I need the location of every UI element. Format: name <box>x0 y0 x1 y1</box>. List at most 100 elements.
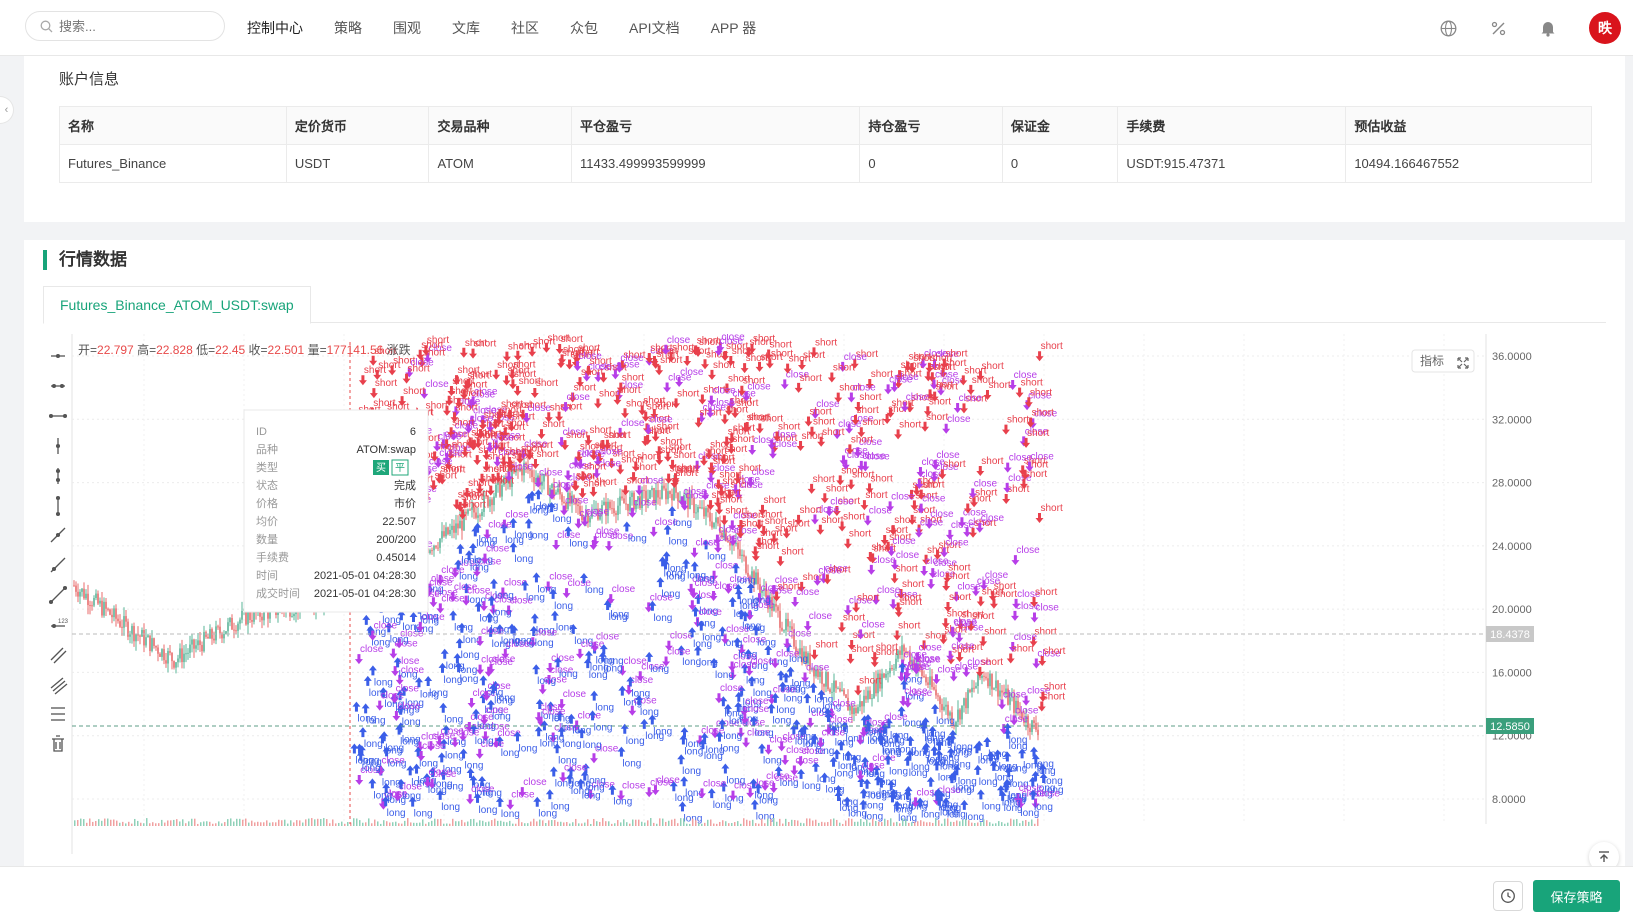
price-label-tool-icon[interactable]: 123 <box>51 619 69 629</box>
volume-bar <box>287 823 289 826</box>
long-label: long <box>363 757 382 768</box>
nav-item-app[interactable]: APP 器 <box>711 18 757 38</box>
horizontal-ray-tool-icon[interactable] <box>51 383 65 389</box>
avatar[interactable]: 昳 <box>1589 12 1621 44</box>
long-label: long <box>563 739 582 750</box>
candle-body <box>677 492 679 502</box>
nav-item-library[interactable]: 文库 <box>452 18 480 38</box>
volume-bar <box>347 822 349 826</box>
save-strategy-button[interactable]: 保存策略 <box>1533 880 1620 912</box>
vertical-ray-tool-icon[interactable] <box>55 468 61 484</box>
short-label: short <box>474 339 496 350</box>
kline-chart[interactable]: 123 36.0000 32.0000 28.0000 24.0000 20.0000 1… <box>24 334 1625 854</box>
long-label: long <box>759 795 778 806</box>
short-label: short <box>857 405 879 416</box>
volume-bar <box>341 821 343 826</box>
short-label: short <box>984 626 1006 637</box>
short-arrow-icon <box>720 414 729 425</box>
volume-bar <box>311 818 313 826</box>
nav-item-watch[interactable]: 围观 <box>393 18 421 38</box>
long-label: long <box>569 538 588 549</box>
candle-body <box>927 682 929 685</box>
horizontal-lines-tool-icon[interactable] <box>51 707 65 721</box>
candle-body <box>629 496 631 511</box>
long-arrow-icon <box>680 776 689 787</box>
nav-item-community[interactable]: 社区 <box>511 18 539 38</box>
volume-bar <box>449 823 451 826</box>
candle-body <box>75 585 77 592</box>
volume-bar <box>947 818 949 826</box>
vertical-segment-tool-icon[interactable] <box>55 495 61 517</box>
volume-bar <box>1019 823 1021 826</box>
col-header-fee: 手续费 <box>1117 106 1347 145</box>
volume-bar <box>482 820 484 826</box>
candle-body <box>989 673 991 687</box>
long-arrow-icon <box>363 675 372 686</box>
short-label: short <box>677 463 699 474</box>
bell-icon[interactable] <box>1539 19 1557 37</box>
close-label: close <box>712 386 736 397</box>
long-label: long <box>682 766 701 777</box>
market-data-title: 行情数据 <box>43 250 127 270</box>
nav-item-api-docs[interactable]: API文档 <box>629 18 680 38</box>
search-input[interactable] <box>59 18 199 34</box>
volume-bar <box>662 818 664 826</box>
short-arrow-icon <box>846 653 855 664</box>
close-label: close <box>680 367 704 378</box>
volume-bar <box>869 822 871 826</box>
candle-body <box>631 492 633 497</box>
short-arrow-icon <box>502 375 511 386</box>
candle-body <box>143 629 145 646</box>
volume-bar <box>524 823 526 826</box>
vertical-line-tool-icon[interactable] <box>55 438 61 454</box>
volume-bar <box>689 823 691 826</box>
table-header-row: 名称 定价货币 交易品种 平仓盈亏 持仓盈亏 保证金 手续费 预估收益 <box>59 106 1592 145</box>
volume-bar <box>98 819 100 826</box>
candle-body <box>261 616 263 621</box>
candle-body <box>823 683 825 687</box>
volume-bar <box>659 818 661 826</box>
sidebar-collapse-toggle[interactable]: ‹ <box>0 96 14 124</box>
volume-bar <box>602 818 604 826</box>
volume-bar <box>278 819 280 826</box>
percent-icon[interactable] <box>1489 19 1507 37</box>
candle-body <box>449 529 451 535</box>
long-label: long <box>399 669 418 680</box>
candle-body <box>709 512 711 522</box>
ray-line-tool-icon[interactable] <box>50 557 66 573</box>
close-arrow-icon <box>562 588 571 599</box>
trend-line-tool-icon[interactable] <box>50 527 66 543</box>
horizontal-line-tool-icon[interactable] <box>51 353 65 359</box>
volume-bar <box>665 821 667 826</box>
trash-icon[interactable] <box>52 735 64 752</box>
candle-body <box>957 709 959 722</box>
globe-icon[interactable] <box>1439 19 1457 37</box>
nav-item-strategy[interactable]: 策略 <box>334 18 362 38</box>
volume-bar <box>902 818 904 826</box>
candle-body <box>169 651 171 653</box>
segment-tool-icon[interactable] <box>48 585 68 605</box>
volume-bar <box>302 822 304 826</box>
tooltip-key: 数量 <box>256 533 278 546</box>
candle-body <box>787 618 789 627</box>
parallel-lines-tool-icon[interactable] <box>50 647 67 664</box>
history-button[interactable] <box>1493 881 1523 911</box>
nav-item-crowdsource[interactable]: 众包 <box>570 18 598 38</box>
indicator-button[interactable]: 指标 <box>1411 349 1475 373</box>
fibonacci-tool-icon[interactable] <box>50 677 68 695</box>
close-label: close <box>523 777 547 788</box>
long-label: long <box>925 736 944 747</box>
horizontal-segment-tool-icon[interactable] <box>48 413 68 419</box>
volume-bar <box>86 822 88 826</box>
nav-item-control-center[interactable]: 控制中心 <box>247 18 303 38</box>
candle-body <box>541 481 543 486</box>
search-box[interactable] <box>25 11 225 41</box>
close-label: close <box>720 683 744 694</box>
long-label: long <box>387 808 406 819</box>
short-label: short <box>712 453 734 464</box>
volume-bar <box>272 822 274 826</box>
tab-futures-binance-atom[interactable]: Futures_Binance_ATOM_USDT:swap <box>43 286 311 324</box>
short-label: short <box>778 421 800 432</box>
long-label: long <box>954 742 973 753</box>
long-arrow-icon <box>440 648 449 659</box>
